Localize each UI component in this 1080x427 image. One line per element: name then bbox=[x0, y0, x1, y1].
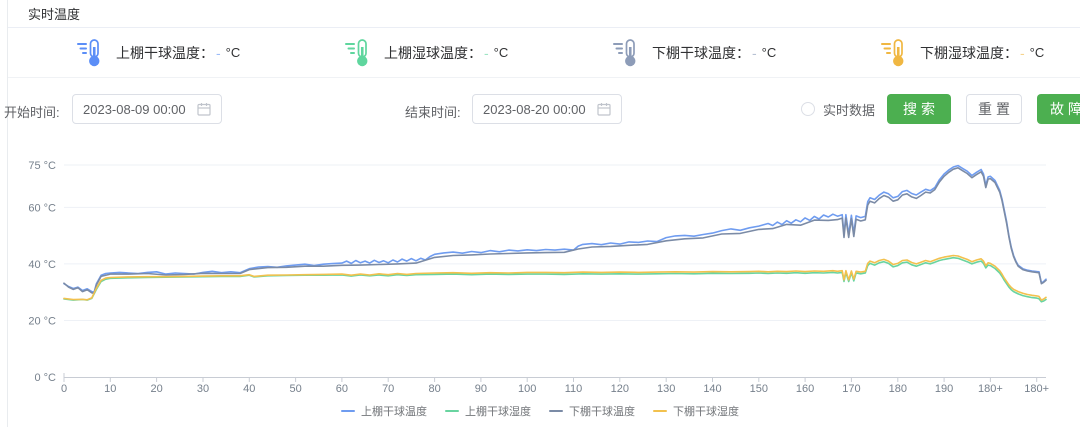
legend-dash-icon bbox=[341, 410, 355, 413]
legend-label: 下棚干球湿度 bbox=[673, 403, 739, 419]
y-axis-label: 75 °C bbox=[28, 160, 56, 172]
search-button[interactable]: 搜索 bbox=[887, 94, 951, 124]
y-axis-label: 20 °C bbox=[28, 316, 56, 328]
legend-item[interactable]: 下棚干球温度 bbox=[549, 403, 635, 419]
calendar-icon bbox=[597, 102, 611, 116]
legend-item[interactable]: 上棚干球温度 bbox=[341, 403, 427, 419]
page-title: 实时温度 bbox=[28, 4, 80, 23]
x-axis-label: 30 bbox=[197, 383, 209, 395]
x-axis-label: 120 bbox=[611, 383, 629, 395]
x-axis-label: 180 bbox=[889, 383, 907, 395]
card-unit: °C bbox=[1030, 45, 1045, 60]
card-upper-wet-bulb: 上棚湿球温度： - °C bbox=[276, 28, 544, 77]
legend-label: 下棚干球温度 bbox=[569, 403, 635, 419]
thermometer-icon bbox=[880, 38, 907, 68]
legend-dash-icon bbox=[549, 410, 563, 413]
start-time-value: 2023-08-09 00:00 bbox=[83, 102, 186, 117]
x-axis-label: 40 bbox=[243, 383, 255, 395]
card-label: 上棚湿球温度： bbox=[384, 43, 482, 63]
x-axis-label: 80 bbox=[428, 383, 440, 395]
x-axis-label: 140 bbox=[703, 383, 721, 395]
legend-dash-icon bbox=[445, 410, 459, 413]
x-axis-label: 10 bbox=[104, 383, 116, 395]
card-unit: °C bbox=[226, 45, 241, 60]
x-axis-label: 180+ bbox=[1024, 383, 1049, 395]
end-time-label: 结束时间: bbox=[405, 102, 461, 121]
chart-legend: 上棚干球温度 上棚干球湿度 下棚干球温度 下棚干球湿度 bbox=[0, 403, 1080, 419]
realtime-cards: 上棚干球温度： - °C 上棚湿球温度： - °C bbox=[8, 28, 1080, 78]
end-time-input[interactable]: 2023-08-20 00:00 bbox=[472, 94, 622, 124]
legend-label: 上棚干球湿度 bbox=[465, 403, 531, 419]
card-lower-dry-bulb: 下棚干球温度： - °C bbox=[544, 28, 812, 77]
card-value: - bbox=[1020, 45, 1025, 61]
filter-bar: 开始时间: 2023-08-09 00:00 结束时间: 2023-08-20 … bbox=[0, 94, 1080, 124]
card-label: 下棚湿球温度： bbox=[920, 43, 1018, 63]
realtime-data-label: 实时数据 bbox=[823, 100, 875, 119]
x-axis-label: 100 bbox=[518, 383, 536, 395]
y-axis-label: 0 °C bbox=[34, 372, 56, 384]
temperature-chart[interactable]: 0 °C 20 °C 40 °C 60 °C 75 °C 0 10 20 30 40 50 60 70 8… bbox=[0, 130, 1080, 396]
card-value: - bbox=[484, 45, 489, 61]
x-axis-label: 110 bbox=[565, 383, 583, 395]
legend-label: 上棚干球温度 bbox=[361, 403, 427, 419]
card-upper-dry-bulb: 上棚干球温度： - °C bbox=[8, 28, 276, 77]
series-line[interactable] bbox=[64, 256, 1046, 301]
x-axis-label: 60 bbox=[336, 383, 348, 395]
thermometer-icon bbox=[344, 38, 371, 68]
card-value: - bbox=[216, 45, 221, 61]
fault-button[interactable]: 故障 bbox=[1037, 94, 1080, 124]
start-time-label: 开始时间: bbox=[4, 102, 60, 121]
x-axis-label: 0 bbox=[61, 383, 67, 395]
x-axis-label: 160 bbox=[796, 383, 814, 395]
card-lower-wet-bulb: 下棚湿球温度： - °C bbox=[812, 28, 1080, 77]
card-unit: °C bbox=[762, 45, 777, 60]
card-unit: °C bbox=[494, 45, 509, 60]
card-value: - bbox=[752, 45, 757, 61]
legend-dash-icon bbox=[653, 410, 667, 413]
reset-button[interactable]: 重置 bbox=[966, 94, 1022, 124]
thermometer-icon bbox=[612, 38, 639, 68]
x-axis-label: 90 bbox=[475, 383, 487, 395]
y-axis-label: 60 °C bbox=[28, 202, 56, 214]
x-axis-label: 190 bbox=[935, 383, 953, 395]
radio-circle-icon[interactable] bbox=[801, 102, 815, 116]
card-label: 下棚干球温度： bbox=[652, 43, 750, 63]
realtime-temperature-panel: 实时温度 上棚干球温度： - °C bbox=[0, 0, 1080, 427]
x-axis-label: 170 bbox=[842, 383, 860, 395]
chart-canvas[interactable]: 0 °C 20 °C 40 °C 60 °C 75 °C 0 10 20 30 40 50 60 70 8… bbox=[0, 130, 1080, 396]
thermometer-icon bbox=[76, 38, 103, 68]
x-axis-label: 150 bbox=[750, 383, 768, 395]
x-axis-label: 20 bbox=[150, 383, 162, 395]
x-axis-label: 180+ bbox=[978, 383, 1003, 395]
legend-item[interactable]: 下棚干球湿度 bbox=[653, 403, 739, 419]
calendar-icon bbox=[197, 102, 211, 116]
legend-item[interactable]: 上棚干球湿度 bbox=[445, 403, 531, 419]
start-time-input[interactable]: 2023-08-09 00:00 bbox=[72, 94, 222, 124]
end-time-value: 2023-08-20 00:00 bbox=[483, 102, 586, 117]
realtime-data-radio[interactable]: 实时数据 bbox=[801, 94, 875, 124]
y-axis-label: 40 °C bbox=[28, 259, 56, 271]
section-header: 实时温度 bbox=[8, 0, 1080, 28]
x-axis-label: 130 bbox=[657, 383, 675, 395]
x-axis-label: 70 bbox=[382, 383, 394, 395]
x-axis-label: 50 bbox=[289, 383, 301, 395]
card-label: 上棚干球温度： bbox=[116, 43, 214, 63]
